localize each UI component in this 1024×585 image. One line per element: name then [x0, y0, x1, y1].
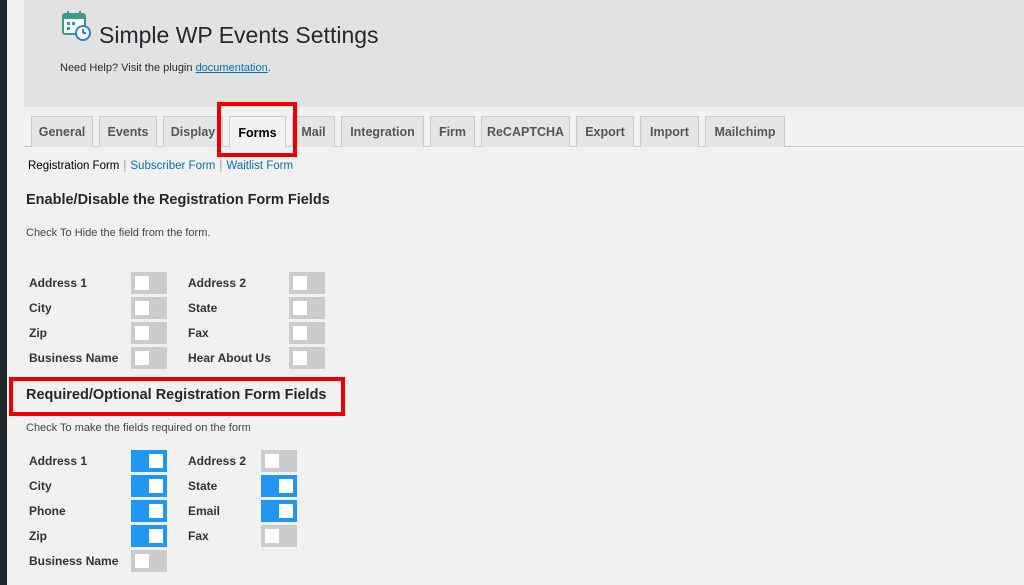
tab-events[interactable]: Events [99, 116, 157, 147]
toggle-knob [149, 479, 163, 493]
toggle-knob [293, 301, 307, 315]
hide-address2-toggle[interactable] [289, 272, 325, 294]
hide-state-toggle[interactable] [289, 297, 325, 319]
require-email-toggle[interactable] [261, 500, 297, 522]
tab-mailchimp[interactable]: Mailchimp [705, 116, 785, 147]
tab-firm[interactable]: Firm [430, 116, 475, 147]
field-label: State [188, 479, 218, 493]
tab-export[interactable]: Export [576, 116, 634, 147]
tab-general[interactable]: General [31, 116, 93, 147]
toggle-knob [135, 554, 149, 568]
toggle-knob [149, 504, 163, 518]
tab-import[interactable]: Import [640, 116, 699, 147]
help-text: Need Help? Visit the plugin documentatio… [60, 62, 271, 74]
hide-zip-toggle[interactable] [131, 322, 167, 344]
field-label: Address 2 [188, 454, 247, 468]
field-label: Business Name [29, 554, 119, 568]
field-label: Address 2 [188, 276, 247, 290]
field-label: Zip [29, 529, 47, 543]
require-business-name-toggle[interactable] [131, 550, 167, 572]
field-label: Fax [188, 326, 209, 340]
enable-section-desc: Check To Hide the field from the form. [26, 227, 211, 239]
hide-fax-toggle[interactable] [289, 322, 325, 344]
field-label: Business Name [29, 351, 119, 365]
require-address2-toggle[interactable] [261, 450, 297, 472]
require-zip-toggle[interactable] [131, 525, 167, 547]
subnav-waitlist-form[interactable]: Waitlist Form [226, 160, 293, 172]
toggle-knob [265, 454, 279, 468]
field-label: Phone [29, 504, 66, 518]
admin-sidebar-edge [0, 0, 7, 585]
help-suffix: . [267, 62, 271, 74]
subnav-subscriber-form[interactable]: Subscriber Form [130, 160, 215, 172]
toggle-knob [135, 276, 149, 290]
enable-section-title: Enable/Disable the Registration Form Fie… [26, 192, 330, 208]
required-section-title: Required/Optional Registration Form Fiel… [26, 387, 327, 403]
toggle-knob [135, 301, 149, 315]
settings-header: Simple WP Events Settings Need Help? Vis… [24, 0, 1024, 107]
toggle-knob [293, 351, 307, 365]
toggle-knob [149, 529, 163, 543]
toggle-knob [293, 326, 307, 340]
toggle-knob [135, 351, 149, 365]
help-prefix: Need Help? Visit the plugin [60, 62, 196, 74]
documentation-link[interactable]: documentation [196, 62, 268, 74]
require-fax-toggle[interactable] [261, 525, 297, 547]
field-label: Hear About Us [188, 351, 271, 365]
hide-city-toggle[interactable] [131, 297, 167, 319]
toggle-knob [265, 529, 279, 543]
field-label: City [29, 479, 52, 493]
field-label: State [188, 301, 218, 315]
tab-forms[interactable]: Forms [229, 116, 286, 148]
require-address1-toggle[interactable] [131, 450, 167, 472]
subnav-separator: | [123, 160, 127, 172]
field-label: Address 1 [29, 276, 88, 290]
page-title: Simple WP Events Settings [99, 22, 379, 48]
subnav-separator: | [219, 160, 223, 172]
field-label: Zip [29, 326, 47, 340]
required-section-desc: Check To make the fields required on the… [26, 422, 251, 434]
require-phone-toggle[interactable] [131, 500, 167, 522]
subnav-registration-form: Registration Form [28, 160, 120, 172]
tab-recaptcha[interactable]: ReCAPTCHA [481, 116, 570, 147]
toggle-knob [279, 504, 293, 518]
field-label: Address 1 [29, 454, 88, 468]
page-gutter [7, 0, 24, 585]
form-subnav: Registration Form | Subscriber Form | Waitli… [28, 160, 293, 172]
hide-address1-toggle[interactable] [131, 272, 167, 294]
field-label: Email [188, 504, 221, 518]
field-label: City [29, 301, 52, 315]
tab-integration[interactable]: Integration [341, 116, 424, 147]
tab-display[interactable]: Display [163, 116, 223, 147]
toggle-knob [279, 479, 293, 493]
field-label: Fax [188, 529, 209, 543]
require-state-toggle[interactable] [261, 475, 297, 497]
require-city-toggle[interactable] [131, 475, 167, 497]
toggle-knob [149, 454, 163, 468]
hide-business-name-toggle[interactable] [131, 347, 167, 369]
calendar-clock-icon [61, 10, 93, 42]
toggle-knob [135, 326, 149, 340]
tab-mail[interactable]: Mail [292, 116, 335, 147]
hide-hear-about-us-toggle[interactable] [289, 347, 325, 369]
toggle-knob [293, 276, 307, 290]
